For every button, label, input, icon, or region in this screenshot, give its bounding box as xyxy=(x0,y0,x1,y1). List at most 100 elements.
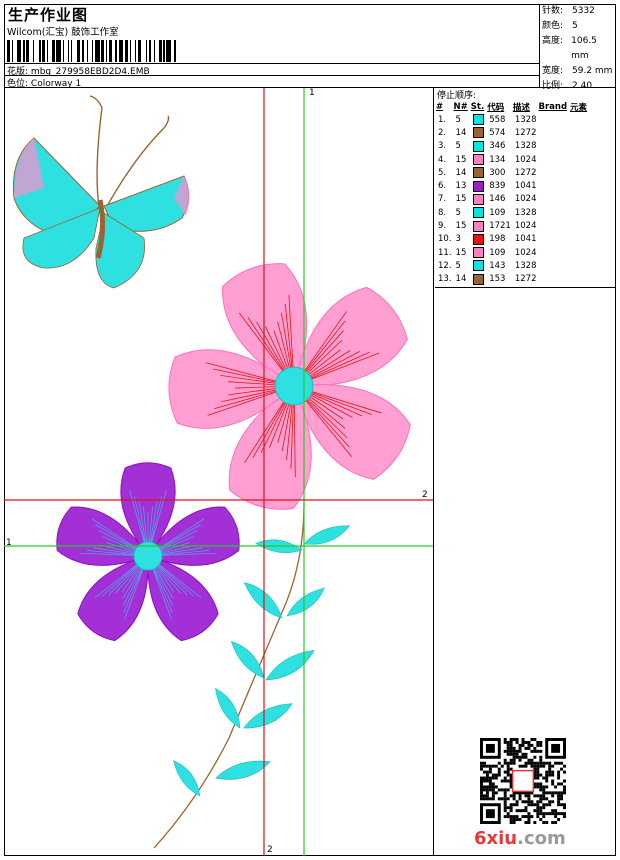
color-swatch xyxy=(471,153,487,166)
needle-number: 5 xyxy=(455,207,461,218)
table-row: 9. 15 1721 1024 xyxy=(436,219,590,232)
company-name: Wilcom(汇宝) 鼓饰工作室 xyxy=(7,27,119,38)
table-row: 10. 3 198 1041 xyxy=(436,233,590,246)
row-index: 12. xyxy=(438,260,452,271)
table-row: 3. 5 346 1328 xyxy=(436,140,590,153)
row-index: 6. xyxy=(438,181,447,192)
needle-number: 5 xyxy=(455,141,461,152)
thread-code: 1041 xyxy=(514,234,537,245)
color-swatch xyxy=(471,259,487,272)
table-row: 11. 15 109 1024 xyxy=(436,246,590,259)
leaf xyxy=(260,647,320,684)
stat-width: 宽度: 59.2 mm xyxy=(542,66,613,76)
thread-code: 1272 xyxy=(514,127,537,138)
color-swatch xyxy=(471,140,487,153)
qr-code xyxy=(480,738,566,824)
needle-number: 14 xyxy=(455,127,467,138)
thread-code: 1024 xyxy=(514,247,537,258)
thread-code: 1024 xyxy=(514,194,537,205)
leaf xyxy=(229,634,267,685)
table-row: 4. 15 134 1024 xyxy=(436,153,590,166)
color-swatch xyxy=(471,193,487,206)
row-index: 5. xyxy=(438,167,447,178)
watermark-site: 6xiu.com xyxy=(474,828,566,849)
color-swatch xyxy=(471,219,487,232)
needle-number: 15 xyxy=(455,154,467,165)
color-swatch xyxy=(471,206,487,219)
stitch-count: 134 xyxy=(489,154,506,165)
leaf xyxy=(213,683,243,733)
leaf xyxy=(281,586,330,619)
row-index: 7. xyxy=(438,194,447,205)
table-row: 5. 14 300 1272 xyxy=(436,166,590,179)
needle-number: 3 xyxy=(455,234,461,245)
row-index: 11. xyxy=(438,247,452,258)
table-row: 6. 13 839 1041 xyxy=(436,179,590,192)
header-panel: 生产作业图 Wilcom(汇宝) 鼓饰工作室 花版: mbg_279958EBD… xyxy=(4,4,540,89)
stitch-count: 839 xyxy=(489,181,506,192)
needle-number: 15 xyxy=(455,221,467,232)
col-header: N# xyxy=(453,101,468,112)
stitch-count: 109 xyxy=(489,207,506,218)
needle-number: 14 xyxy=(455,274,467,285)
leaf xyxy=(214,759,272,782)
needle-number: 5 xyxy=(455,260,461,271)
stitch-count: 300 xyxy=(489,167,506,178)
stat-stitches: 针数: 5332 xyxy=(542,6,595,16)
stitch-count: 153 xyxy=(489,274,506,285)
thread-code: 1272 xyxy=(514,274,537,285)
needle-number: 14 xyxy=(455,167,467,178)
embroidery-preview xyxy=(4,88,433,856)
purple-flower xyxy=(56,462,240,642)
col-header: 代码 xyxy=(487,102,505,113)
table-row: 12. 5 143 1328 xyxy=(436,259,590,272)
col-header: Brand xyxy=(538,101,568,112)
thread-code: 1024 xyxy=(514,154,537,165)
stitch-count: 558 xyxy=(489,114,506,125)
stop-sequence-table: # N# St. 代码 描述 Brand 元素 1. 5 558 1328 2. 14 57… xyxy=(436,100,590,286)
leaf xyxy=(301,523,353,547)
color-swatch xyxy=(471,113,487,126)
stitch-count: 346 xyxy=(489,141,506,152)
row-index: 3. xyxy=(438,141,447,152)
leaf xyxy=(171,755,203,801)
thread-code: 1328 xyxy=(514,207,537,218)
row-index: 8. xyxy=(438,207,447,218)
table-row: 8. 5 109 1328 xyxy=(436,206,590,219)
row-index: 10. xyxy=(438,234,452,245)
pink-flower xyxy=(168,263,411,510)
row-index: 13. xyxy=(438,274,452,285)
thread-code: 1041 xyxy=(514,181,537,192)
stop-sequence-panel: 停止顺序: # N# St. 代码 描述 Brand 元素 1. 5 558 1328… xyxy=(435,88,616,288)
thread-code: 1328 xyxy=(514,114,537,125)
needle-number: 15 xyxy=(455,247,467,258)
stitch-count: 109 xyxy=(489,247,506,258)
needle-number: 13 xyxy=(455,181,467,192)
stitch-count: 143 xyxy=(489,260,506,271)
color-swatch xyxy=(471,179,487,192)
thread-code: 1024 xyxy=(514,221,537,232)
stat-colors: 颜色: 5 xyxy=(542,21,578,31)
design-canvas[interactable]: 1 1 2 2 xyxy=(4,88,434,856)
thread-code: 1272 xyxy=(514,167,537,178)
needle-number: 5 xyxy=(455,114,461,125)
guide-label: 2 xyxy=(422,490,428,500)
stat-height: 高度: 106.5 mm xyxy=(542,36,597,61)
butterfly xyxy=(12,95,190,289)
leaf xyxy=(240,701,297,732)
stitch-count: 198 xyxy=(489,234,506,245)
needle-number: 15 xyxy=(455,194,467,205)
col-header: St. xyxy=(470,101,485,112)
thread-code: 1328 xyxy=(514,260,537,271)
divider xyxy=(4,75,540,76)
barcode xyxy=(7,40,237,62)
table-row: 7. 15 146 1024 xyxy=(436,193,590,206)
sheet-title: 生产作业图 xyxy=(8,6,89,24)
guide-label: 1 xyxy=(6,538,12,548)
color-swatch xyxy=(471,126,487,139)
table-row: 13. 14 153 1272 xyxy=(436,273,590,286)
stitch-count: 574 xyxy=(489,127,506,138)
color-swatch xyxy=(471,246,487,259)
row-index: 4. xyxy=(438,154,447,165)
guide-label: 2 xyxy=(267,845,273,855)
